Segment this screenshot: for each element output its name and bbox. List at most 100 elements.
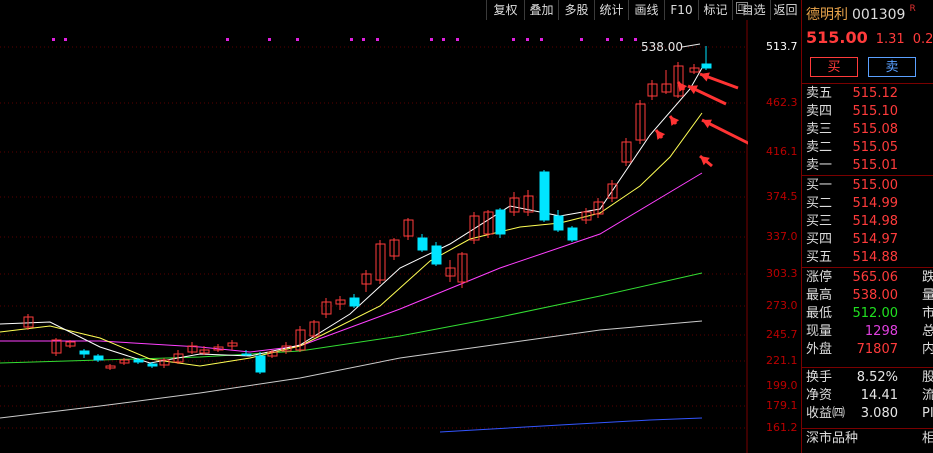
ma5-line: [0, 67, 703, 364]
ask-row: 卖五 515.12: [802, 85, 933, 103]
divider: [802, 367, 933, 368]
stat-extra-label: 内: [922, 341, 933, 359]
axis-tick-label: 179.1: [766, 399, 798, 412]
axis-tick-label: 513.7: [766, 40, 798, 53]
stat-value: 565.06: [852, 270, 899, 285]
candle-body: [417, 237, 428, 251]
event-marker: [526, 38, 529, 41]
toolbar-btn-3-button[interactable]: 统计: [594, 0, 628, 20]
axis-tick-label: 245.7: [766, 328, 798, 341]
ask-value: 515.01: [852, 158, 899, 173]
candle-body: [495, 209, 506, 235]
candle-body: [133, 359, 144, 363]
ask-row: 卖二 515.05: [802, 139, 933, 157]
event-marker: [606, 38, 609, 41]
fin-row: 净资 14.41 流: [802, 387, 933, 405]
event-marker: [620, 38, 623, 41]
fin-label: 换手: [806, 370, 833, 385]
current-price-line: 515.00 1.31 0.26: [806, 28, 933, 47]
candle-body: [349, 297, 360, 307]
buy-button[interactable]: 买: [810, 57, 858, 77]
event-marker: [456, 38, 459, 41]
stat-value: 512.00: [852, 306, 899, 321]
stock-name: 德明利: [806, 7, 848, 23]
ask-row: 卖四 515.10: [802, 103, 933, 121]
bid-value: 515.00: [852, 178, 899, 193]
ma120-line: [0, 320, 703, 419]
fin-row: 收益㈣ 3.080 PI: [802, 405, 933, 423]
event-marker: [430, 38, 433, 41]
bid-row: 买一 515.00: [802, 177, 933, 195]
toolbar-btn-0-button[interactable]: 复权: [486, 0, 524, 20]
axis-tick-label: 374.5: [766, 190, 798, 203]
stat-extra-label: 总: [922, 323, 933, 341]
toolbar-btn-1-button[interactable]: 叠加: [524, 0, 558, 20]
fin-value: 8.52%: [856, 370, 898, 385]
price-change-pct: 0.26: [912, 32, 933, 47]
event-marker: [634, 38, 637, 41]
toolbar: 复权 叠加 多股 统计 画线 F10 标记 -自选 返回 ◫: [0, 0, 800, 20]
ask-label: 卖五: [806, 86, 833, 101]
toolbar-btn-6-button[interactable]: 标记: [698, 0, 732, 20]
toolbar-f10-button[interactable]: F10: [664, 0, 698, 20]
ma20-line: [0, 172, 703, 353]
fin-extra-label: 流: [922, 387, 933, 405]
candle-body: [147, 363, 158, 367]
stat-value: 71807: [856, 342, 898, 357]
fin-extra-label: PI: [922, 406, 933, 421]
fin-extra-label: 股: [922, 369, 933, 387]
event-marker: [350, 38, 353, 41]
stat-extra-label: 量: [922, 287, 933, 305]
stock-title: 德明利 001309 R: [806, 4, 916, 24]
divider: [802, 175, 933, 176]
axis-tick-label: 199.0: [766, 379, 798, 392]
bid-label: 买三: [806, 214, 833, 229]
market-row[interactable]: 深市品种 相: [802, 430, 933, 448]
fin-label: 净资: [806, 388, 833, 403]
bid-label: 买一: [806, 178, 833, 193]
event-marker: [376, 38, 379, 41]
axis-tick-label: 337.0: [766, 230, 798, 243]
toolbar-btn-4-button[interactable]: 画线: [628, 0, 664, 20]
stat-label: 现量: [806, 324, 833, 339]
kline-chart[interactable]: 538.00: [0, 20, 748, 453]
event-marker: [296, 38, 299, 41]
stat-value: 1298: [864, 324, 898, 339]
bid-label: 买五: [806, 250, 833, 265]
divider: [802, 83, 933, 84]
event-marker: [64, 38, 67, 41]
stat-row: 涨停 565.06 跌: [802, 269, 933, 287]
bid-value: 514.98: [852, 214, 899, 229]
candle-body: [539, 171, 550, 221]
bid-row: 买三 514.98: [802, 213, 933, 231]
stat-label: 涨停: [806, 270, 833, 285]
bid-row: 买五 514.88: [802, 249, 933, 267]
sell-button[interactable]: 卖: [868, 57, 916, 77]
ask-row: 卖一 515.01: [802, 157, 933, 175]
toolbar-btn-8-button[interactable]: 返回: [770, 0, 800, 20]
stat-label: 最低: [806, 306, 833, 321]
bid-label: 买四: [806, 232, 833, 247]
divider: [802, 428, 933, 429]
ask-value: 515.08: [852, 122, 899, 137]
event-marker: [268, 38, 271, 41]
ask-label: 卖四: [806, 104, 833, 119]
axis-tick-label: 273.0: [766, 299, 798, 312]
stat-extra-label: 市: [922, 305, 933, 323]
settings-icon[interactable]: ◫: [736, 2, 748, 14]
bid-label: 买二: [806, 196, 833, 211]
event-marker: [442, 38, 445, 41]
toolbar-btn-2-button[interactable]: 多股: [558, 0, 594, 20]
bid-row: 买二 514.99: [802, 195, 933, 213]
ma250-line: [439, 417, 703, 433]
divider: [802, 267, 933, 268]
fin-label: 收益㈣: [806, 406, 846, 421]
axis-tick-label: 462.3: [766, 96, 798, 109]
market-label: 深市品种: [806, 431, 859, 446]
stat-row: 外盘 71807 内: [802, 341, 933, 359]
fin-value: 14.41: [860, 388, 898, 403]
ask-value: 515.10: [852, 104, 899, 119]
fin-value: 3.080: [860, 406, 898, 421]
ma60-line: [0, 272, 703, 364]
stat-extra-label: 跌: [922, 269, 933, 287]
